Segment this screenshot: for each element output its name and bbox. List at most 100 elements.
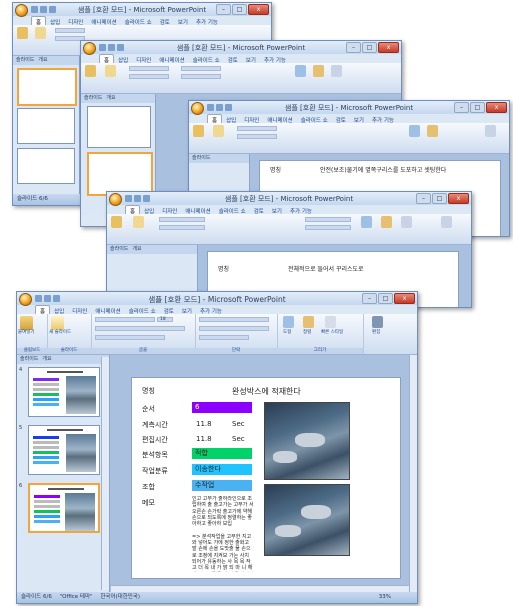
- maximize-button[interactable]: □: [232, 4, 247, 15]
- maximize-button[interactable]: □: [362, 42, 377, 53]
- tab-animation[interactable]: 애니메이션: [181, 206, 214, 214]
- minimize-button[interactable]: –: [454, 102, 469, 113]
- close-button[interactable]: x: [486, 102, 507, 113]
- tab-home[interactable]: 홈: [99, 54, 115, 63]
- tab-view[interactable]: 보기: [178, 306, 196, 314]
- tab-view[interactable]: 보기: [242, 55, 260, 63]
- tab-addins[interactable]: 추가 기능: [286, 206, 316, 214]
- paste-icon[interactable]: [193, 125, 204, 137]
- list-buttons[interactable]: [199, 317, 269, 322]
- tab-animation[interactable]: 애니메이션: [155, 55, 188, 63]
- quick-styles-button[interactable]: 빠른 스타일: [321, 329, 343, 335]
- new-slide-icon[interactable]: [105, 65, 116, 77]
- panel-tab-outline[interactable]: 개요: [132, 246, 141, 252]
- tab-view[interactable]: 보기: [350, 115, 368, 123]
- tab-slideshow[interactable]: 슬라이드 쇼: [215, 206, 250, 214]
- maximize-button[interactable]: □: [378, 293, 393, 304]
- powerpoint-window-front[interactable]: 샘플 [호환 모드] - Microsoft PowerPoint – □ x 홈삽…: [16, 291, 418, 604]
- tab-design[interactable]: 디자인: [132, 55, 155, 63]
- tab-design[interactable]: 디자인: [158, 206, 181, 214]
- panel-tab-slides[interactable]: 슬라이드: [20, 356, 38, 362]
- close-button[interactable]: x: [448, 193, 469, 204]
- tab-addins[interactable]: 추가 기능: [192, 17, 222, 25]
- tab-insert[interactable]: 삽입: [46, 17, 64, 25]
- tab-slideshow[interactable]: 슬라이드 쇼: [189, 55, 224, 63]
- paste-button[interactable]: 붙여넣기: [18, 329, 35, 335]
- maximize-button[interactable]: □: [432, 193, 447, 204]
- minimize-button[interactable]: –: [346, 42, 361, 53]
- slide-scrollbar[interactable]: [409, 355, 417, 592]
- slide-panel[interactable]: 슬라이드 개요 4 5 6: [17, 355, 110, 592]
- tab-insert[interactable]: 삽입: [114, 55, 132, 63]
- tab-slideshow[interactable]: 슬라이드 쇼: [297, 115, 332, 123]
- tab-addins[interactable]: 추가 기능: [196, 306, 226, 314]
- slide-panel[interactable]: 슬라이드 개요: [13, 56, 80, 194]
- minimize-button[interactable]: –: [216, 4, 231, 15]
- panel-tab-slides[interactable]: 슬라이드: [110, 246, 128, 252]
- panel-tab-outline[interactable]: 개요: [106, 95, 115, 101]
- panel-scrollbar[interactable]: [101, 357, 109, 590]
- arrange-icon[interactable]: [381, 216, 392, 228]
- tab-design[interactable]: 디자인: [240, 115, 263, 123]
- tab-animation[interactable]: 애니메이션: [91, 306, 124, 314]
- tab-animation[interactable]: 애니메이션: [263, 115, 296, 123]
- binoculars-icon[interactable]: [372, 316, 383, 328]
- title-bar[interactable]: 샘플 [호환 모드] - Microsoft PowerPoint – □ x: [13, 3, 271, 17]
- tab-view[interactable]: 보기: [268, 206, 286, 214]
- title-bar[interactable]: 샘플 [호환 모드] - Microsoft PowerPoint – □ x: [107, 192, 471, 206]
- title-bar[interactable]: 샘플 [호환 모드] - Microsoft PowerPoint – □ x: [17, 292, 417, 306]
- align-buttons[interactable]: [199, 326, 269, 331]
- tab-insert[interactable]: 삽입: [222, 115, 240, 123]
- font-name-combo[interactable]: [95, 317, 155, 322]
- new-slide-icon[interactable]: [51, 316, 64, 330]
- title-bar[interactable]: 샘플 [호환 모드] - Microsoft PowerPoint – □ x: [81, 41, 401, 55]
- maximize-button[interactable]: □: [470, 102, 485, 113]
- editing-icon[interactable]: [485, 125, 496, 137]
- editing-icon[interactable]: [441, 216, 452, 228]
- panel-tab-outline[interactable]: 개요: [38, 57, 47, 63]
- quick-styles-icon[interactable]: [331, 65, 342, 77]
- shapes-button[interactable]: 도형: [283, 329, 291, 335]
- tab-review[interactable]: 검토: [332, 115, 350, 123]
- tab-design[interactable]: 디자인: [64, 17, 87, 25]
- font-size-combo[interactable]: 18: [157, 317, 173, 322]
- slide-thumbnail-5[interactable]: 5: [19, 425, 105, 477]
- slide-thumbnail-4[interactable]: 4: [19, 367, 105, 419]
- tab-design[interactable]: 디자인: [68, 306, 91, 314]
- paste-icon[interactable]: [17, 27, 28, 39]
- font-color-buttons[interactable]: [95, 335, 165, 340]
- close-button[interactable]: x: [394, 293, 415, 304]
- new-slide-icon[interactable]: [213, 125, 224, 137]
- horizontal-scrollbar[interactable]: [111, 585, 409, 592]
- slide-thumbnail-6[interactable]: 6: [19, 483, 105, 535]
- minimize-button[interactable]: –: [416, 193, 431, 204]
- panel-tab-slides[interactable]: 슬라이드: [192, 155, 210, 161]
- panel-tab-slides[interactable]: 슬라이드: [16, 57, 34, 63]
- tab-view[interactable]: 보기: [174, 17, 192, 25]
- tab-review[interactable]: 검토: [224, 55, 242, 63]
- quick-styles-icon[interactable]: [325, 316, 336, 328]
- slide-canvas[interactable]: 명칭 완성박스에 적재한다 순서 6 계측시간 11.8 Sec 편집시간 11…: [131, 377, 401, 579]
- close-button[interactable]: x: [378, 42, 399, 53]
- arrange-button[interactable]: 정렬: [303, 329, 311, 335]
- tab-animation[interactable]: 애니메이션: [87, 17, 120, 25]
- shapes-icon[interactable]: [295, 65, 306, 77]
- zoom-level[interactable]: 33%: [379, 592, 391, 603]
- shapes-icon[interactable]: [361, 216, 372, 228]
- paste-icon[interactable]: [85, 65, 96, 77]
- minimize-button[interactable]: –: [362, 293, 377, 304]
- paste-icon[interactable]: [20, 316, 33, 330]
- tab-addins[interactable]: 추가 기능: [368, 115, 398, 123]
- tab-home[interactable]: 홈: [35, 305, 51, 314]
- quick-styles-icon[interactable]: [401, 216, 412, 228]
- arrange-icon[interactable]: [313, 65, 324, 77]
- tab-insert[interactable]: 삽입: [140, 206, 158, 214]
- spacing-buttons[interactable]: [199, 335, 249, 340]
- editing-button[interactable]: 편집: [372, 329, 380, 335]
- shapes-icon[interactable]: [409, 125, 420, 137]
- close-button[interactable]: x: [248, 4, 269, 15]
- tab-slideshow[interactable]: 슬라이드 쇼: [121, 17, 156, 25]
- tab-slideshow[interactable]: 슬라이드 쇼: [125, 306, 160, 314]
- tab-review[interactable]: 검토: [160, 306, 178, 314]
- new-slide-icon[interactable]: [133, 216, 144, 228]
